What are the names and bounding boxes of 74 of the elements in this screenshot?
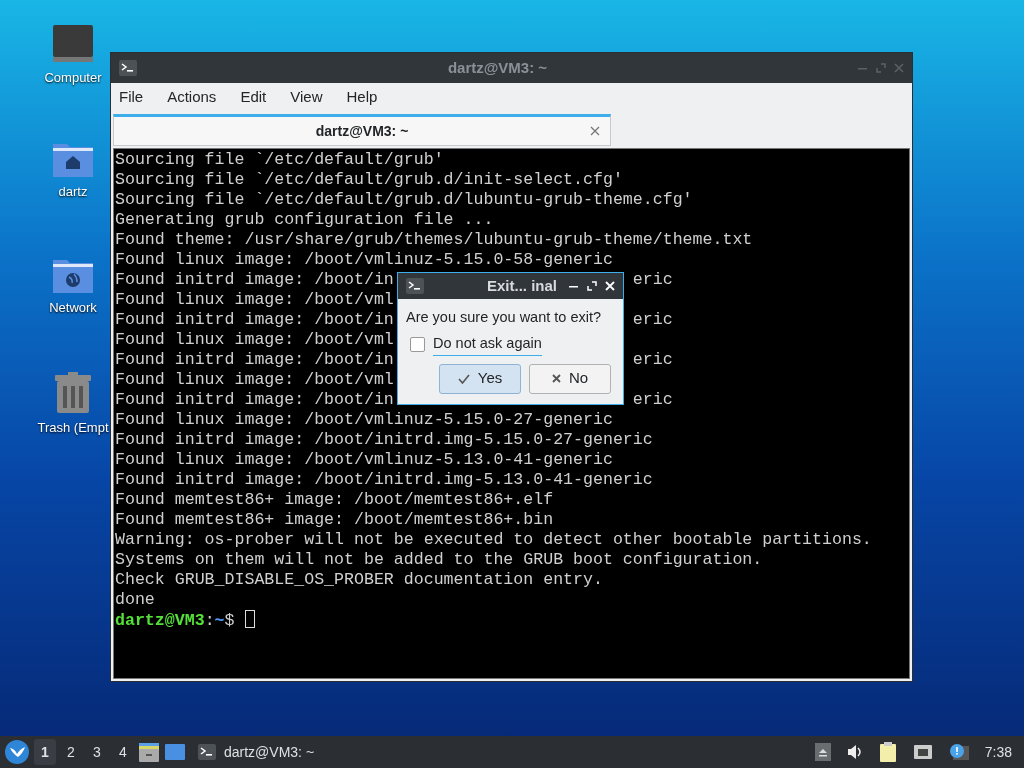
text-cursor	[244, 610, 255, 628]
terminal-tab[interactable]: dartz@VM3: ~	[113, 114, 611, 146]
terminal-line: Found initrd image: /boot/in	[115, 270, 394, 289]
menu-item[interactable]: File	[119, 86, 144, 109]
notification-icon	[948, 743, 969, 761]
start-menu-icon	[4, 739, 30, 765]
desktop-switch[interactable]: 2	[60, 739, 82, 765]
close-icon	[605, 281, 615, 291]
terminal-line: Found initrd image: /boot/in	[115, 350, 394, 369]
desktop-icon-label[interactable]: Network	[49, 298, 97, 318]
close-tab-icon[interactable]	[590, 126, 600, 136]
computer-icon	[52, 24, 94, 64]
terminal-icon	[406, 278, 424, 294]
terminal-line: done	[115, 590, 155, 609]
trash-icon	[54, 372, 92, 414]
check-icon	[457, 373, 470, 384]
prompt-symbol: $	[224, 611, 235, 630]
desktop-icon-label[interactable]: dartz	[58, 182, 88, 202]
terminal-line: Generating grub configuration file ...	[115, 210, 494, 229]
terminal-line: Found initrd image: /boot/initrd.img-5.13.0-41-generic	[115, 470, 653, 489]
window-title: dartz@VM3: ~	[446, 57, 549, 78]
menu-item[interactable]: View	[290, 86, 323, 109]
terminal-line: Warning: os-prober will not be executed to detect other bootable partitions.	[115, 530, 872, 549]
maximize-icon	[876, 63, 886, 73]
terminal-line: eric	[632, 350, 673, 369]
terminal-line: Found linux image: /boot/vmlinuz-5.15.0-58-generic	[115, 250, 613, 269]
file-manager-icon	[138, 741, 160, 763]
prompt-user: dartz@VM3	[115, 611, 205, 630]
dialog-message: Are you sure you want to exit?	[406, 308, 603, 327]
terminal-icon	[198, 744, 216, 760]
maximize-icon	[587, 281, 597, 291]
desktop-switch[interactable]: 1	[34, 739, 56, 765]
menu-item[interactable]: Help	[346, 86, 378, 109]
eject-icon	[814, 743, 831, 761]
terminal-line: Found initrd image: /boot/initrd.img-5.15.0-27-generic	[115, 430, 653, 449]
terminal-line: Systems on them will not be added to the GRUB boot configuration.	[115, 550, 763, 569]
clipboard-icon	[878, 742, 897, 762]
terminal-line: Sourcing file `/etc/default/grub.d/init-select.cfg'	[115, 170, 623, 189]
volume-icon	[846, 744, 863, 760]
terminal-line: Found memtest86+ image: /boot/memtest86+.elf	[115, 490, 554, 509]
clock: 7:38	[984, 742, 1012, 762]
terminal-line: Found initrd image: /boot/in	[115, 390, 394, 409]
terminal-line: Found linux image: /boot/vmlinuz-5.13.0-41-generic	[115, 450, 613, 469]
desktop-switch[interactable]: 3	[86, 739, 108, 765]
terminal-line: Sourcing file `/etc/default/grub'	[115, 150, 444, 169]
terminal-line: Found linux image: /boot/vml	[115, 330, 394, 349]
close-icon	[894, 63, 904, 73]
terminal-line: Found linux image: /boot/vmlinuz-5.15.0-27-generic	[115, 410, 613, 429]
close-icon	[551, 374, 561, 383]
terminal-line: Found linux image: /boot/vml	[115, 370, 394, 389]
no-button[interactable]: No	[529, 363, 611, 394]
checkbox[interactable]	[410, 336, 425, 352]
taskbar-task[interactable]: dartz@VM3: ~	[198, 741, 811, 763]
terminal-line: Sourcing file `/etc/default/grub.d/lubuntu-grub-theme.cfg'	[115, 190, 693, 209]
network-icon	[912, 744, 933, 760]
terminal-line: Check GRUB_DISABLE_OS_PROBER documentation entry.	[115, 570, 603, 589]
checkbox-label[interactable]: Do not ask again	[433, 332, 542, 356]
prompt-path: ~	[214, 611, 225, 630]
dialog-title: Exit... inal	[485, 275, 558, 296]
terminal-line: eric	[632, 270, 673, 289]
window-icon	[164, 742, 186, 762]
terminal-line: eric	[632, 310, 673, 329]
menu-item[interactable]: Actions	[167, 86, 217, 109]
terminal-icon	[119, 60, 137, 76]
menu-item[interactable]: Edit	[240, 86, 267, 109]
terminal-line: Found memtest86+ image: /boot/memtest86+.bin	[115, 510, 554, 529]
terminal-line: Found initrd image: /boot/in	[115, 310, 394, 329]
yes-button[interactable]: Yes	[439, 363, 521, 394]
desktop-icon-label[interactable]: Trash (Empt	[37, 418, 109, 438]
terminal-line: Found theme: /usr/share/grub/themes/lubuntu-grub-theme/theme.txt	[115, 230, 753, 249]
prompt-separator: :	[204, 611, 215, 630]
terminal-line: eric	[632, 390, 673, 409]
desktop-switch[interactable]: 4	[112, 739, 134, 765]
terminal-line: Found linux image: /boot/vml	[115, 290, 394, 309]
